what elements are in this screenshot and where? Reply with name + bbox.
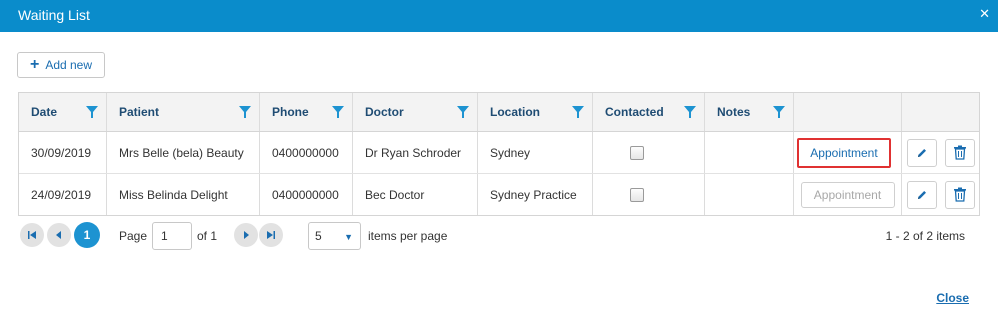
next-page-icon <box>244 231 249 239</box>
cell-phone: 0400000000 <box>260 174 353 215</box>
last-page-icon <box>267 231 275 239</box>
next-page-button[interactable] <box>234 223 258 247</box>
contacted-checkbox[interactable] <box>630 145 644 160</box>
delete-button[interactable] <box>944 180 975 209</box>
pager: 1 Page of 1 5 ▼ items per page 1 - 2 of … <box>18 222 980 250</box>
chevron-down-icon: ▼ <box>344 232 353 242</box>
cell-notes <box>705 132 794 173</box>
column-header-label: Location <box>490 105 540 119</box>
page-label: Page <box>119 229 148 243</box>
column-header-phone[interactable]: Phone <box>260 93 353 131</box>
delete-button[interactable] <box>944 138 975 167</box>
add-new-button[interactable]: + Add new <box>17 52 105 78</box>
first-page-icon <box>28 231 36 239</box>
dialog-titlebar: Waiting List ✕ <box>0 0 998 32</box>
cell-contacted <box>593 132 705 173</box>
column-header-label: Contacted <box>605 105 664 119</box>
filter-icon[interactable] <box>239 106 251 118</box>
cell-doctor: Bec Doctor <box>353 174 478 215</box>
filter-icon[interactable] <box>684 106 696 118</box>
pencil-icon <box>917 190 926 199</box>
trash-icon <box>953 145 966 160</box>
prev-page-button[interactable] <box>47 223 71 247</box>
contacted-checkbox[interactable] <box>630 187 644 202</box>
column-header-location[interactable]: Location <box>478 93 593 131</box>
cell-appointment: Appointment <box>794 174 902 215</box>
table-row: 24/09/2019 Miss Belinda Delight 04000000… <box>19 174 979 215</box>
column-header-notes[interactable]: Notes <box>705 93 794 131</box>
column-header-actions <box>902 93 979 131</box>
close-icon[interactable]: ✕ <box>979 7 990 20</box>
cell-appointment: Appointment <box>794 132 902 173</box>
cell-doctor: Dr Ryan Schroder <box>353 132 478 173</box>
close-link[interactable]: Close <box>936 291 969 305</box>
filter-icon[interactable] <box>773 106 785 118</box>
column-header-label: Patient <box>119 105 160 119</box>
cell-location: Sydney Practice <box>478 174 593 215</box>
prev-page-icon <box>56 231 61 239</box>
filter-icon[interactable] <box>332 106 344 118</box>
filter-icon[interactable] <box>572 106 584 118</box>
pager-summary: 1 - 2 of 2 items <box>885 229 965 243</box>
column-header-label: Phone <box>272 105 309 119</box>
current-page-button[interactable]: 1 <box>74 222 100 248</box>
cell-actions <box>902 132 979 173</box>
column-header-appointment <box>794 93 902 131</box>
items-per-page-label: items per page <box>368 229 448 243</box>
filter-icon[interactable] <box>457 106 469 118</box>
cell-date: 30/09/2019 <box>19 132 107 173</box>
cell-notes <box>705 174 794 215</box>
cell-contacted <box>593 174 705 215</box>
cell-phone: 0400000000 <box>260 132 353 173</box>
column-header-label: Notes <box>717 105 751 119</box>
cell-date: 24/09/2019 <box>19 174 107 215</box>
column-header-label: Date <box>31 105 58 119</box>
appointment-button[interactable]: Appointment <box>800 181 895 208</box>
column-header-patient[interactable]: Patient <box>107 93 260 131</box>
add-new-label: Add new <box>45 58 93 72</box>
column-header-doctor[interactable]: Doctor <box>353 93 478 131</box>
edit-button[interactable] <box>906 180 937 209</box>
column-header-date[interactable]: Date <box>19 93 107 131</box>
edit-button[interactable] <box>906 138 937 167</box>
cell-location: Sydney <box>478 132 593 173</box>
column-header-contacted[interactable]: Contacted <box>593 93 705 131</box>
column-header-label: Doctor <box>365 105 404 119</box>
last-page-button[interactable] <box>259 223 283 247</box>
first-page-button[interactable] <box>20 223 44 247</box>
cell-patient: Mrs Belle (bela) Beauty <box>107 132 260 173</box>
table-row: 30/09/2019 Mrs Belle (bela) Beauty 04000… <box>19 132 979 174</box>
pencil-icon <box>917 148 926 157</box>
filter-icon[interactable] <box>86 106 98 118</box>
page-of-label: of 1 <box>197 229 218 243</box>
appointment-button[interactable]: Appointment <box>797 138 891 168</box>
trash-icon <box>953 187 966 202</box>
page-number-input[interactable] <box>152 222 192 250</box>
waiting-list-grid: Date Patient Phone Doctor Location Conta… <box>18 92 980 216</box>
page-size-select[interactable]: 5 ▼ <box>308 222 361 250</box>
dialog-title: Waiting List <box>18 7 90 23</box>
grid-header: Date Patient Phone Doctor Location Conta… <box>19 93 979 132</box>
plus-icon: + <box>29 56 40 73</box>
cell-patient: Miss Belinda Delight <box>107 174 260 215</box>
page-size-value: 5 <box>315 229 322 243</box>
cell-actions <box>902 174 979 215</box>
